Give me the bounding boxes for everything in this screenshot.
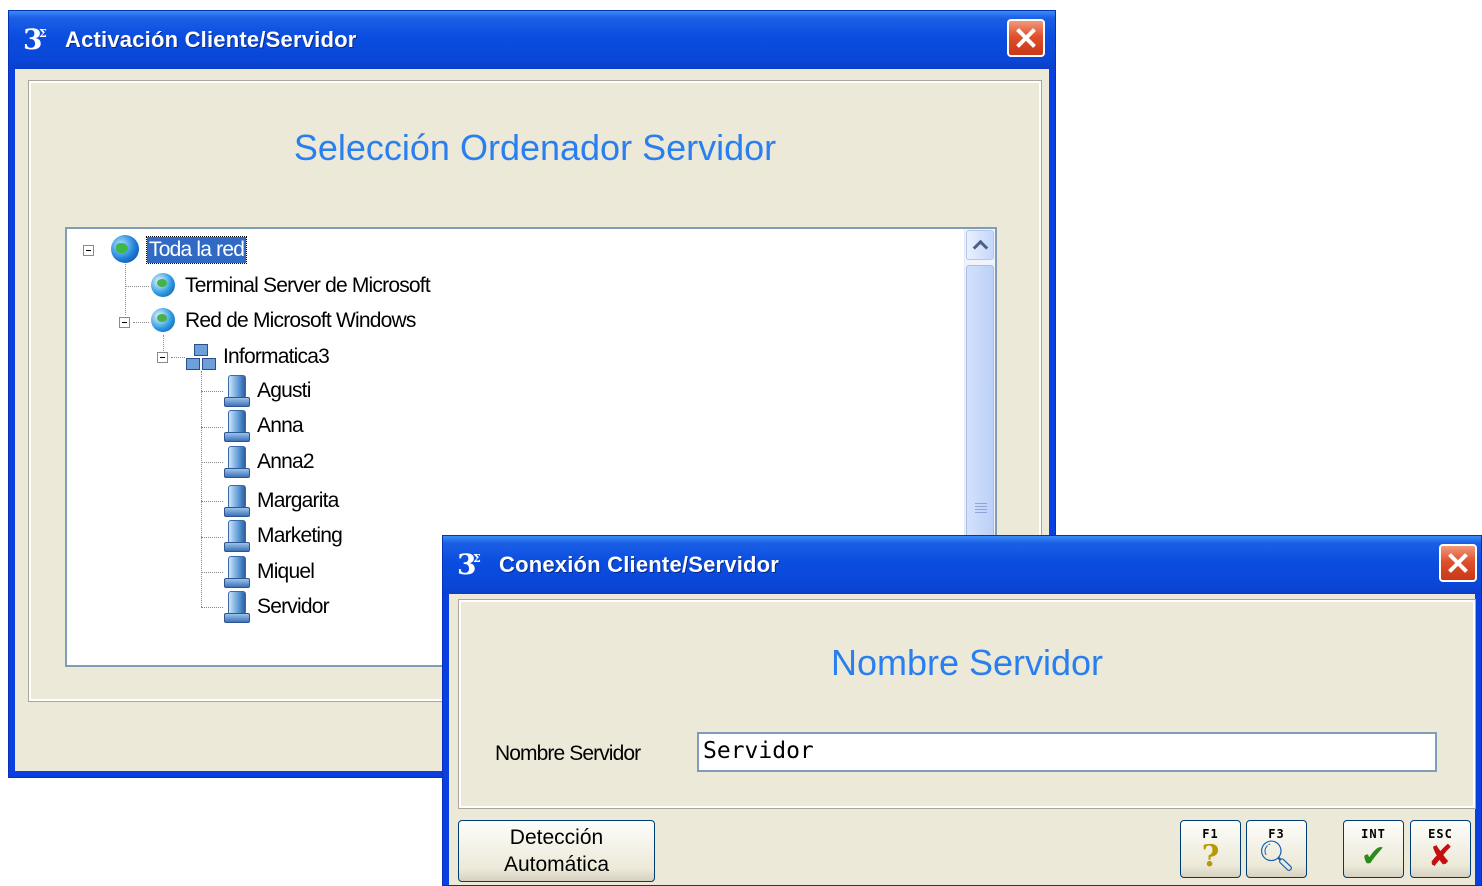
tree-item-label: Terminal Server de Microsoft <box>185 274 431 297</box>
globe-icon <box>111 235 141 265</box>
tree-line <box>201 607 223 608</box>
close-button[interactable] <box>1439 544 1477 582</box>
tree-item-entire-network[interactable]: Toda la red <box>111 233 248 267</box>
tree-item-label: Marketing <box>257 524 343 547</box>
tree-line <box>201 391 223 392</box>
tree-item-label: Anna <box>257 414 304 437</box>
tree-line <box>201 427 223 428</box>
computer-icon <box>223 556 250 588</box>
checkmark-icon: ✔ <box>1360 839 1387 874</box>
collapse-toggle[interactable] <box>119 317 130 328</box>
tree-item-label: Anna2 <box>257 450 315 473</box>
tree-item-terminal-server[interactable]: Terminal Server de Microsoft <box>147 269 432 303</box>
tree-line <box>201 537 223 538</box>
computer-icon <box>223 485 250 517</box>
workgroup-icon <box>185 342 216 372</box>
tree-item-computer[interactable]: Marketing <box>223 519 344 553</box>
tree-item-windows-network[interactable]: Red de Microsoft Windows <box>147 304 418 338</box>
computer-icon <box>223 375 250 407</box>
app-logo-icon: 3Σ <box>457 548 481 581</box>
section-heading: Selección Ordenador Servidor <box>293 127 777 168</box>
tree-line <box>201 572 223 573</box>
tree-line <box>171 357 185 358</box>
auto-detect-label-line1: Detección <box>509 826 604 849</box>
tree-line <box>125 286 149 287</box>
server-name-label: Nombre Servidor <box>495 742 641 765</box>
cross-icon: ✘ <box>1427 839 1454 874</box>
tree-item-label: Miquel <box>257 560 315 583</box>
help-button[interactable]: F1 ? <box>1180 820 1241 878</box>
tree-item-label: Agusti <box>257 379 311 402</box>
question-mark-icon: ? <box>1201 839 1220 874</box>
dialog-title: Conexión Cliente/Servidor <box>499 552 780 577</box>
grip-icon <box>975 503 987 513</box>
tree-item-label: Margarita <box>257 489 339 512</box>
cancel-button[interactable]: ESC ✘ <box>1410 820 1471 878</box>
scroll-up-arrow-icon[interactable] <box>966 230 994 260</box>
window-title: Activación Cliente/Servidor <box>65 27 357 52</box>
tree-item-computer[interactable]: Anna2 <box>223 445 316 479</box>
tree-item-computer[interactable]: Miquel <box>223 555 316 589</box>
tree-item-label: Red de Microsoft Windows <box>185 309 416 332</box>
network-globe-icon <box>147 271 177 301</box>
tree-line <box>125 259 126 315</box>
server-name-input[interactable]: Servidor <box>697 732 1437 772</box>
computer-icon <box>223 410 250 442</box>
tree-item-computer[interactable]: Agusti <box>223 374 313 408</box>
tree-line <box>201 462 223 463</box>
app-logo-icon: 3Σ <box>23 23 47 56</box>
close-button[interactable] <box>1007 19 1045 57</box>
computer-icon <box>223 520 250 552</box>
tree-item-computer[interactable]: Servidor <box>223 590 331 624</box>
computer-icon <box>223 591 250 623</box>
server-name-group: Nombre Servidor Nombre Servidor Servidor <box>458 599 1476 809</box>
section-heading: Nombre Servidor <box>830 642 1104 683</box>
tree-item-label: Informatica3 <box>223 345 330 368</box>
network-globe-icon <box>147 306 177 336</box>
tree-line <box>201 501 223 502</box>
collapse-toggle[interactable] <box>157 352 168 363</box>
tree-item-workgroup[interactable]: Informatica3 <box>185 340 331 374</box>
collapse-toggle[interactable] <box>83 245 94 256</box>
accept-button[interactable]: INT ✔ <box>1343 820 1404 878</box>
tree-item-computer[interactable]: Margarita <box>223 484 341 518</box>
auto-detect-label-line2: Automática <box>503 853 610 876</box>
magnifier-icon: 🔍︎ <box>1257 839 1296 874</box>
tree-item-computer[interactable]: Anna <box>223 409 305 443</box>
tree-item-label: Toda la red <box>145 236 248 264</box>
title-bar[interactable]: 3Σ Activación Cliente/Servidor <box>9 11 1055 69</box>
title-bar[interactable]: 3Σ Conexión Cliente/Servidor <box>443 536 1481 594</box>
auto-detect-button[interactable]: Detección Automática <box>458 820 655 882</box>
computer-icon <box>223 446 250 478</box>
tree-item-label: Servidor <box>257 595 330 618</box>
search-button[interactable]: F3 🔍︎ <box>1246 820 1307 878</box>
